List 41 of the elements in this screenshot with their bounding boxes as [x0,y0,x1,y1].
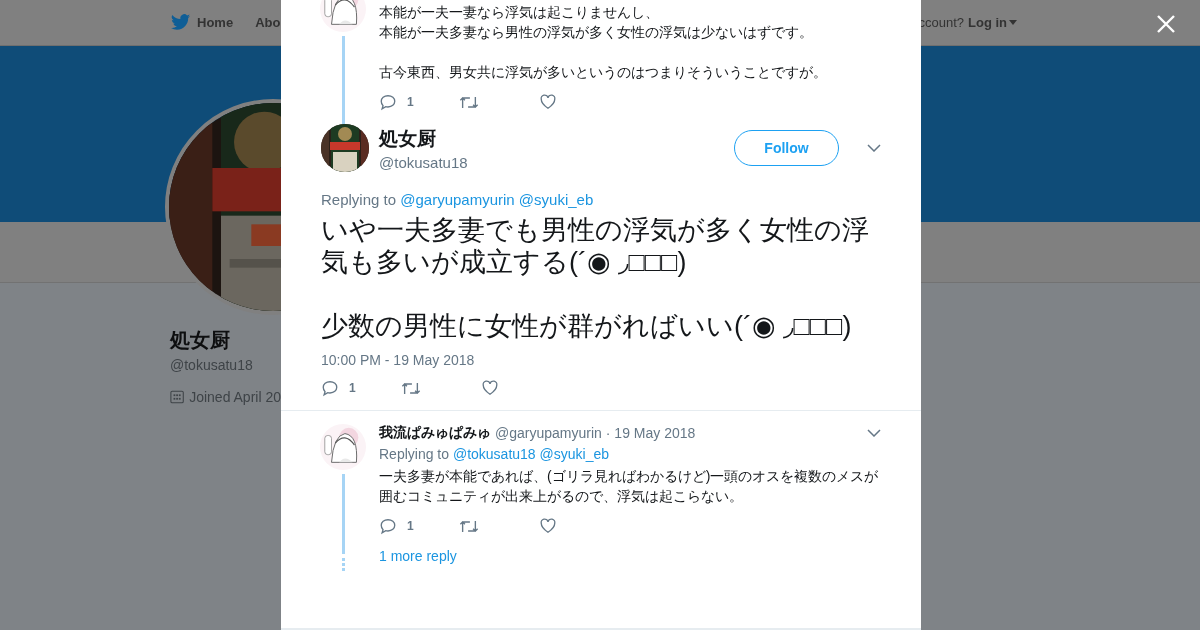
tweet-date: · 19 May 2018 [605,425,696,441]
heart-icon[interactable] [539,517,557,535]
home-link[interactable]: Home [171,14,234,31]
tweet-text: いや一夫多妻でも男性の浮気が多く女性の浮気も多いが成立する(´◉ ◞□□□) 少数の男性に女性が群がればいい(´◉ ◞□□□) [321,214,870,342]
author-handle: @tokusatu18 [379,153,469,171]
nav-link[interactable]: Abo [255,15,281,30]
bird-icon [171,14,191,31]
reply-icon[interactable] [379,517,397,535]
mention-link[interactable]: @syuki_eb [539,446,609,462]
more-replies-link[interactable]: 1 more reply [379,548,457,564]
reply-count: 1 [407,519,414,533]
tweet-text-line: 本能が一夫多妻なら男性の浮気が多く女性の浮気は少ないはずです。 [379,23,814,42]
author-name: 処女厨 [379,126,437,151]
follow-button[interactable]: Follow [734,130,839,166]
close-icon[interactable] [1156,14,1176,34]
caret-icon [1009,20,1017,25]
reply-count: 1 [349,381,356,395]
reply-icon[interactable] [379,93,397,111]
heart-icon[interactable] [539,93,557,111]
mention-link[interactable]: @syuki_eb [518,191,594,208]
tweet-text-line: 本能が一夫一妻なら浮気は起こりませんし、 [379,3,660,22]
mention-link[interactable]: @garyupamyurin [400,191,515,208]
tweet-text-line: 古今東西、男女共に浮気が多いというのはつまりそういうことですが。 [379,63,828,82]
heart-icon[interactable] [481,379,499,397]
chevron-down-icon[interactable] [867,144,881,152]
reply-count: 1 [407,95,414,109]
reply-icon[interactable] [321,379,339,397]
tweet-text-line: 一夫多妻が本能であれば、(ゴリラ見ればわかるけど)一頭のオスを複数のメスが [379,467,880,486]
chevron-down-icon[interactable] [867,429,881,437]
profile-name: 処女厨 [170,328,230,353]
replying-to-text: Replying to @tokusatu18 @syuki_eb [379,446,609,462]
tweet-timestamp: 10:00 PM - 19 May 2018 [321,352,476,368]
calendar-icon [170,389,185,405]
tweet-text-line: 囲むコミュニティが出来上がるので、浮気は起こらない。 [379,487,744,506]
replying-to-text: Replying to @garyupamyurin @syuki_eb [321,191,594,208]
joined-date: Joined April 20 [189,389,281,405]
login-link[interactable]: Log in [968,15,1017,30]
profile-handle: @tokusatu18 [170,357,253,373]
author-handle: @garyupamyurin [495,425,602,441]
mention-link[interactable]: @tokusatu18 [452,446,536,462]
author-name: 我流ぱみゅぱみゅ [379,424,491,442]
